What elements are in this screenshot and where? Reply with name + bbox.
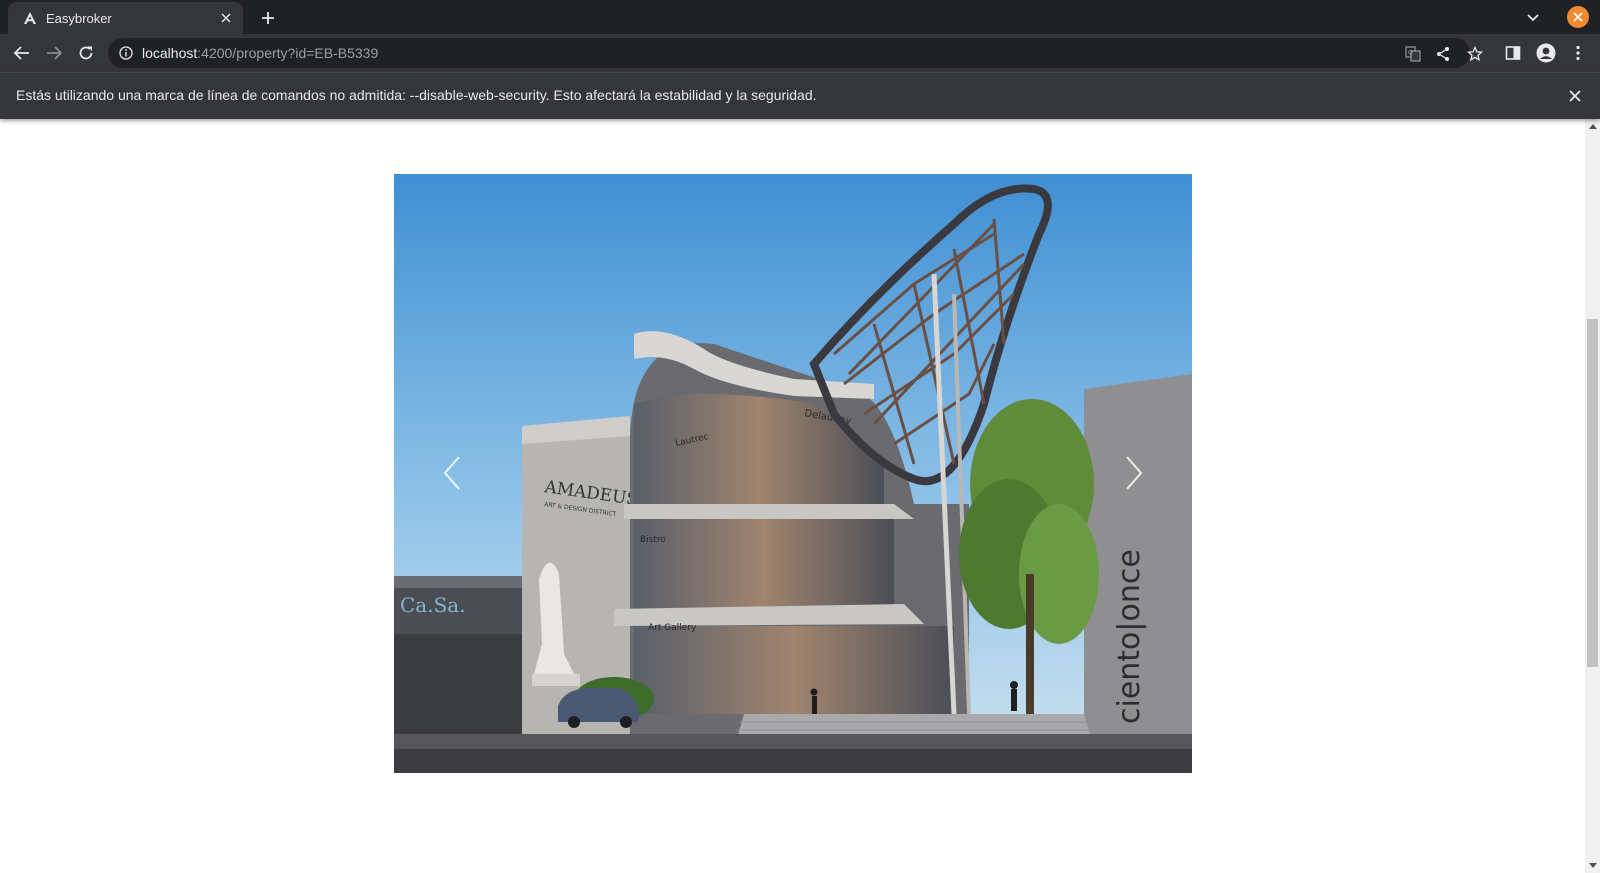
new-tab-button[interactable] — [255, 6, 281, 30]
infobar-close-icon[interactable] — [1565, 86, 1585, 106]
scrollbar-thumb[interactable] — [1587, 319, 1598, 667]
window-close-button[interactable] — [1567, 6, 1589, 28]
floor-sign-3-text: Bistro — [640, 535, 666, 545]
angular-a-icon — [22, 10, 38, 26]
chevron-right-icon — [1126, 456, 1143, 490]
tab-search-chevron-icon[interactable] — [1524, 8, 1542, 26]
property-photo: Ca.Sa. AMADEUS ART & DESIGN DISTRICT Del… — [394, 174, 1192, 773]
profile-icon[interactable] — [1536, 43, 1556, 63]
share-icon[interactable] — [1434, 45, 1452, 63]
svg-text:G: G — [1408, 50, 1413, 57]
browser-toolbar: localhost:4200/property?id=EB-B5339 G — [0, 34, 1600, 72]
forward-arrow-icon[interactable] — [42, 41, 66, 65]
unsupported-flag-infobar: Estás utilizando una marca de línea de c… — [0, 72, 1600, 119]
infobar-message: Estás utilizando una marca de línea de c… — [16, 87, 817, 103]
store-sign-text: Ca.Sa. — [400, 593, 466, 617]
ciento-once-sign-text: ciento|once — [1112, 549, 1147, 724]
scroll-down-arrow-icon[interactable] — [1585, 859, 1600, 873]
page-scrollbar[interactable] — [1585, 119, 1600, 873]
carousel-next-button[interactable] — [1114, 450, 1154, 496]
translate-icon[interactable]: G — [1404, 45, 1422, 63]
reload-icon[interactable] — [74, 41, 98, 65]
property-image-carousel[interactable]: Ca.Sa. AMADEUS ART & DESIGN DISTRICT Del… — [394, 174, 1192, 773]
carousel-prev-button[interactable] — [432, 450, 472, 496]
url-text: localhost:4200/property?id=EB-B5339 — [142, 45, 378, 61]
url-path: :4200/property?id=EB-B5339 — [197, 45, 379, 61]
back-arrow-icon[interactable] — [10, 41, 34, 65]
kebab-menu-icon[interactable] — [1568, 43, 1588, 63]
site-info-icon[interactable] — [118, 45, 134, 61]
scroll-up-arrow-icon[interactable] — [1585, 119, 1600, 133]
side-panel-icon[interactable] — [1503, 43, 1523, 63]
floor-sign-4-text: Art Gallery — [648, 623, 697, 633]
tab-title: Easybroker — [46, 10, 112, 26]
chevron-left-icon — [443, 456, 460, 490]
tab-easybroker[interactable]: Easybroker — [8, 2, 243, 34]
page-content: Ca.Sa. AMADEUS ART & DESIGN DISTRICT Del… — [0, 119, 1585, 873]
url-host: localhost — [142, 45, 198, 61]
star-icon[interactable] — [1466, 45, 1484, 63]
tab-close-icon[interactable] — [217, 9, 235, 27]
tab-strip: Easybroker — [0, 0, 1600, 34]
address-bar[interactable]: localhost:4200/property?id=EB-B5339 G — [108, 38, 1483, 68]
